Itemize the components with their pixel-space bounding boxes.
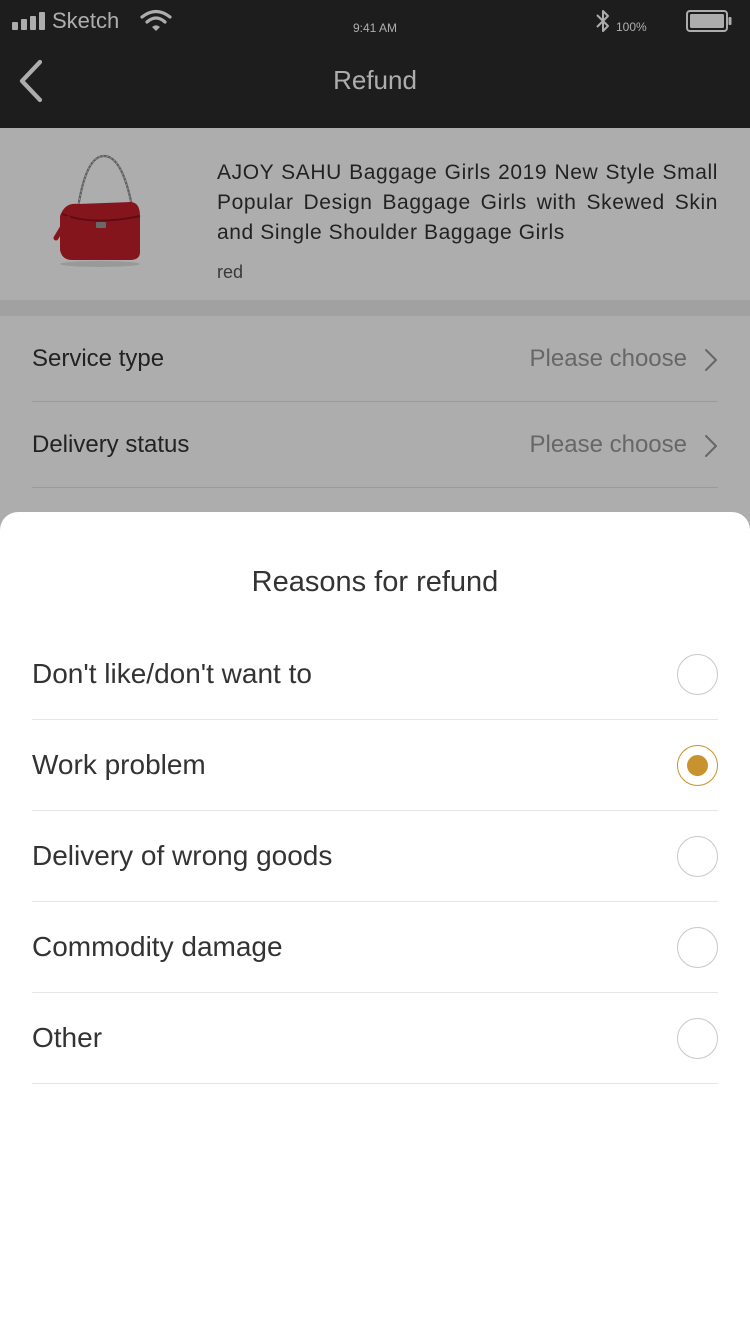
reason-list: Don't like/don't want to Work problem De… bbox=[32, 629, 718, 1084]
reason-label: Work problem bbox=[32, 749, 206, 780]
reason-label: Other bbox=[32, 1022, 103, 1053]
sheet-title: Reasons for refund bbox=[251, 566, 499, 598]
reason-label: Don't like/don't want to bbox=[32, 658, 312, 689]
radio-button[interactable] bbox=[677, 1018, 718, 1059]
reason-option[interactable]: Work problem bbox=[32, 720, 718, 811]
reason-option[interactable]: Other bbox=[32, 993, 718, 1084]
reason-option[interactable]: Commodity damage bbox=[32, 902, 718, 993]
reason-label: Commodity damage bbox=[32, 931, 283, 962]
radio-button[interactable] bbox=[677, 927, 718, 968]
reason-option[interactable]: Don't like/don't want to bbox=[32, 629, 718, 720]
radio-button[interactable] bbox=[677, 654, 718, 695]
radio-button[interactable] bbox=[677, 745, 718, 786]
radio-dot bbox=[687, 755, 708, 776]
reason-option[interactable]: Delivery of wrong goods bbox=[32, 811, 718, 902]
radio-button[interactable] bbox=[677, 836, 718, 877]
refund-reason-sheet: Reasons for refund Don't like/don't want… bbox=[0, 512, 750, 1334]
reason-label: Delivery of wrong goods bbox=[32, 840, 333, 871]
